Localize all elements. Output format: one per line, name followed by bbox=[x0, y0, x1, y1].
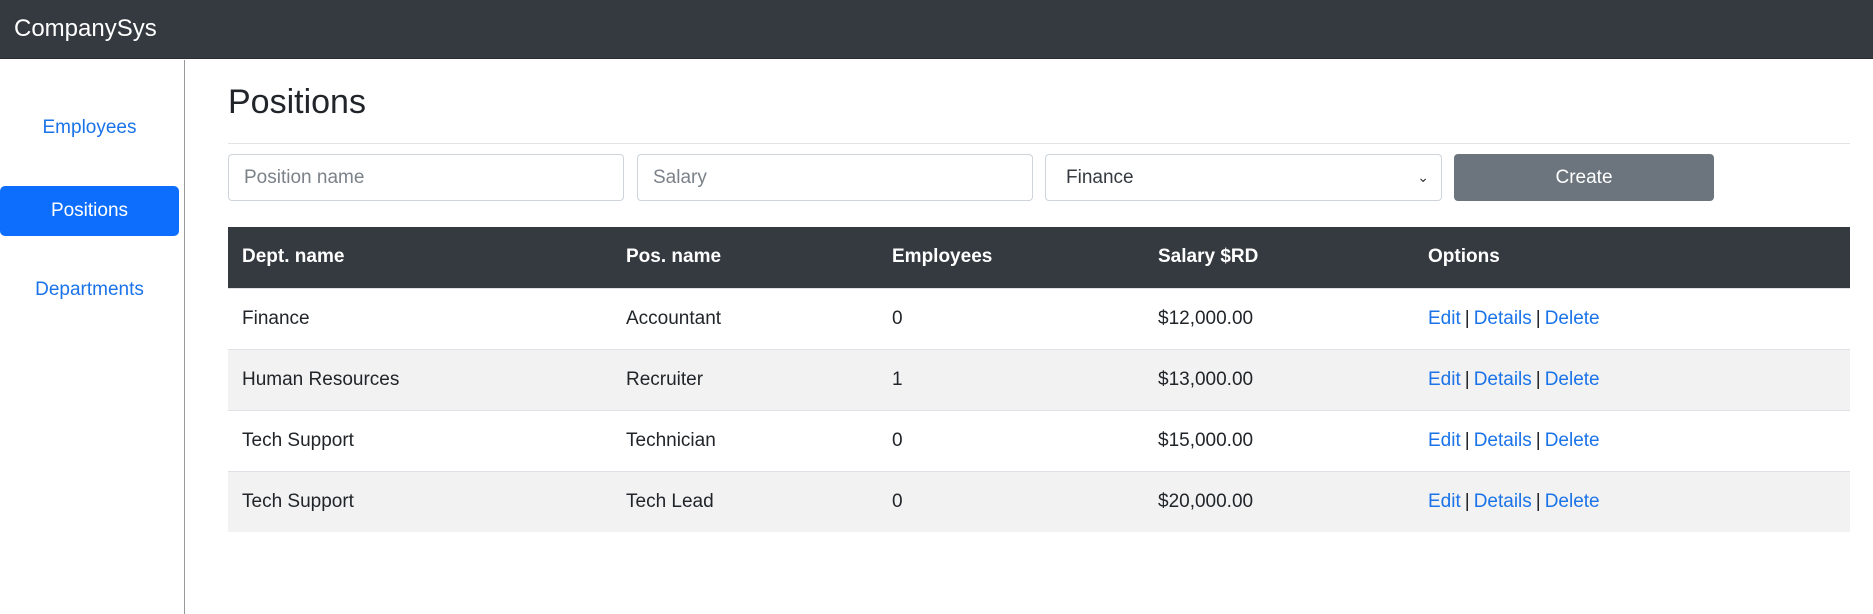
cell-position: Technician bbox=[612, 409, 878, 471]
cell-options: Edit | Details | Delete bbox=[1414, 470, 1850, 532]
table-header-row: Dept. name Pos. name Employees Salary $R… bbox=[228, 227, 1850, 288]
cell-dept: Tech Support bbox=[228, 470, 612, 532]
positions-table: Dept. name Pos. name Employees Salary $R… bbox=[228, 227, 1850, 532]
top-navbar: CompanySys bbox=[0, 0, 1873, 59]
edit-link[interactable]: Edit bbox=[1428, 308, 1461, 329]
main-content: Positions Finance ⌄ Create Dept. name Po… bbox=[228, 60, 1850, 614]
salary-input[interactable] bbox=[637, 154, 1033, 201]
header-dept-name: Dept. name bbox=[228, 227, 612, 288]
delete-link[interactable]: Delete bbox=[1545, 491, 1600, 512]
details-link[interactable]: Details bbox=[1474, 369, 1532, 390]
sidebar-item-employees[interactable]: Employees bbox=[0, 103, 179, 153]
cell-salary: $15,000.00 bbox=[1144, 409, 1414, 471]
details-link[interactable]: Details bbox=[1474, 308, 1532, 329]
edit-link[interactable]: Edit bbox=[1428, 369, 1461, 390]
header-options: Options bbox=[1414, 227, 1850, 288]
details-link[interactable]: Details bbox=[1474, 491, 1532, 512]
department-select[interactable]: Finance ⌄ bbox=[1045, 154, 1442, 201]
option-separator: | bbox=[1464, 307, 1470, 329]
cell-options: Edit | Details | Delete bbox=[1414, 409, 1850, 471]
cell-salary: $12,000.00 bbox=[1144, 287, 1414, 349]
option-separator: | bbox=[1535, 368, 1541, 390]
sidebar: Employees Positions Departments bbox=[0, 60, 185, 614]
delete-link[interactable]: Delete bbox=[1545, 430, 1600, 451]
table-row: Tech Support Technician 0 $15,000.00 Edi… bbox=[228, 409, 1850, 471]
table-row: Finance Accountant 0 $12,000.00 Edit | Det… bbox=[228, 287, 1850, 349]
cell-position: Recruiter bbox=[612, 348, 878, 410]
cell-position: Tech Lead bbox=[612, 470, 878, 532]
title-divider bbox=[228, 143, 1850, 144]
table-row: Tech Support Tech Lead 0 $20,000.00 Edit… bbox=[228, 470, 1850, 532]
create-button[interactable]: Create bbox=[1454, 154, 1714, 201]
option-separator: | bbox=[1464, 490, 1470, 512]
delete-link[interactable]: Delete bbox=[1545, 308, 1600, 329]
cell-employees: 0 bbox=[878, 409, 1144, 471]
header-employees: Employees bbox=[878, 227, 1144, 288]
header-salary: Salary $RD bbox=[1144, 227, 1414, 288]
page-title: Positions bbox=[228, 83, 366, 121]
cell-salary: $20,000.00 bbox=[1144, 470, 1414, 532]
cell-options: Edit | Details | Delete bbox=[1414, 348, 1850, 410]
header-pos-name: Pos. name bbox=[612, 227, 878, 288]
position-name-input[interactable] bbox=[228, 154, 624, 201]
cell-dept: Human Resources bbox=[228, 348, 612, 410]
details-link[interactable]: Details bbox=[1474, 430, 1532, 451]
sidebar-item-positions[interactable]: Positions bbox=[0, 186, 179, 236]
option-separator: | bbox=[1464, 429, 1470, 451]
cell-dept: Finance bbox=[228, 287, 612, 349]
cell-position: Accountant bbox=[612, 287, 878, 349]
option-separator: | bbox=[1535, 307, 1541, 329]
chevron-down-icon: ⌄ bbox=[1417, 169, 1429, 185]
cell-dept: Tech Support bbox=[228, 409, 612, 471]
cell-employees: 1 bbox=[878, 348, 1144, 410]
delete-link[interactable]: Delete bbox=[1545, 369, 1600, 390]
cell-salary: $13,000.00 bbox=[1144, 348, 1414, 410]
cell-employees: 0 bbox=[878, 287, 1144, 349]
table-row: Human Resources Recruiter 1 $13,000.00 E… bbox=[228, 348, 1850, 410]
department-select-value: Finance bbox=[1066, 167, 1134, 188]
sidebar-item-departments[interactable]: Departments bbox=[0, 265, 179, 315]
option-separator: | bbox=[1535, 429, 1541, 451]
edit-link[interactable]: Edit bbox=[1428, 430, 1461, 451]
app-brand[interactable]: CompanySys bbox=[14, 14, 157, 44]
cell-options: Edit | Details | Delete bbox=[1414, 287, 1850, 349]
option-separator: | bbox=[1464, 368, 1470, 390]
cell-employees: 0 bbox=[878, 470, 1144, 532]
option-separator: | bbox=[1535, 490, 1541, 512]
edit-link[interactable]: Edit bbox=[1428, 491, 1461, 512]
